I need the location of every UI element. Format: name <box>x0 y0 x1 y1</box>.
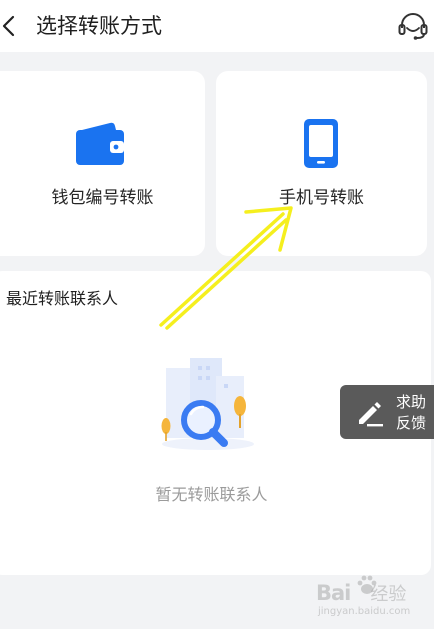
back-button[interactable] <box>0 9 26 43</box>
phone-icon <box>304 119 338 168</box>
feedback-label: 反馈 <box>396 414 427 432</box>
headset-icon <box>398 13 428 40</box>
chevron-left-icon <box>2 15 15 37</box>
search-magnifier-illustration <box>161 358 254 450</box>
phone-transfer-label: 手机号转账 <box>279 188 364 208</box>
header-bar: 选择转账方式 <box>0 0 434 52</box>
empty-contacts-text: 暂无转账联系人 <box>155 485 268 504</box>
wallet-id-transfer-label: 钱包编号转账 <box>51 188 154 208</box>
baidu-jingyan-watermark: Bai 经验 jingyan.baidu.com <box>316 574 432 624</box>
recent-contacts-title: 最近转账联系人 <box>6 289 119 308</box>
watermark-url: jingyan.baidu.com <box>318 606 411 617</box>
wallet-icon <box>76 122 124 165</box>
help-feedback-button[interactable]: 求助 反馈 <box>340 385 434 439</box>
wallet-id-transfer-card[interactable]: 钱包编号转账 <box>0 71 205 256</box>
phone-transfer-card[interactable]: 手机号转账 <box>216 71 427 256</box>
watermark-brand: Bai 经验 <box>316 581 407 605</box>
help-label: 求助 <box>396 393 427 411</box>
edit-pen-icon <box>359 402 383 427</box>
page-title: 选择转账方式 <box>36 14 162 38</box>
customer-service-button[interactable] <box>394 8 432 44</box>
